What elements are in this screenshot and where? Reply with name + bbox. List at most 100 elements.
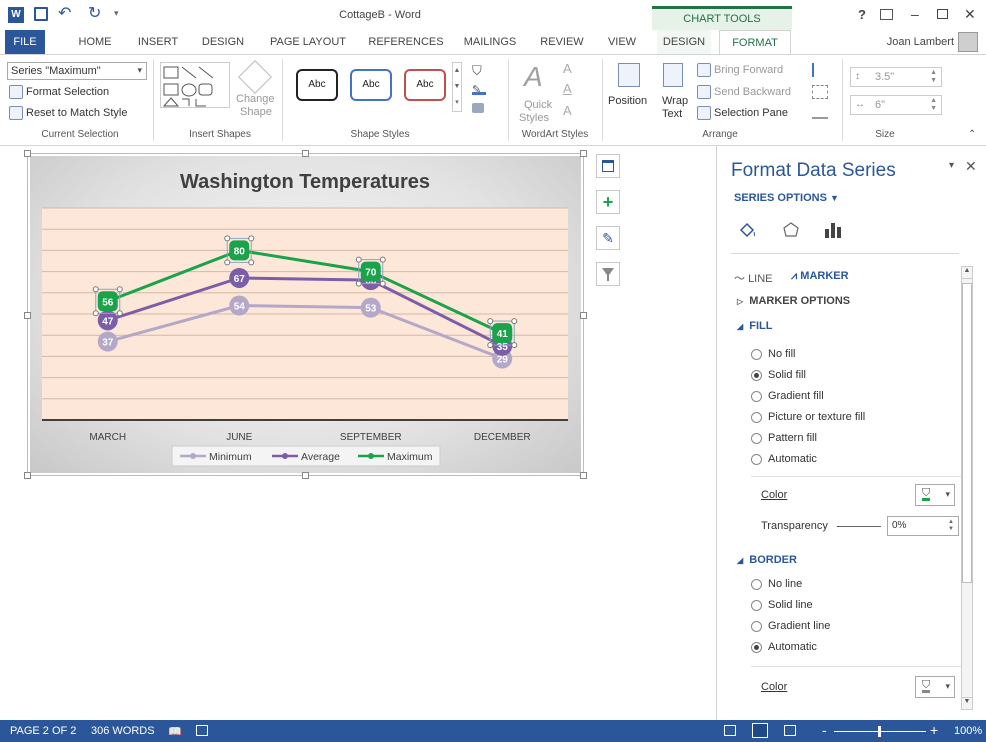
tab-chart-format[interactable]: FORMAT — [719, 30, 791, 54]
tab-view[interactable]: VIEW — [600, 30, 644, 54]
border-option-label[interactable]: Solid line — [768, 599, 813, 611]
resize-handle-e[interactable] — [580, 312, 587, 319]
read-mode-icon[interactable] — [724, 725, 736, 736]
selection-pane-button[interactable]: Selection Pane — [697, 106, 788, 120]
fill-option-label[interactable]: Gradient fill — [768, 390, 824, 402]
user-name[interactable]: Joan Lambert — [864, 30, 954, 54]
shape-width-field[interactable]: ↔ 6" ▲ ▼ — [850, 95, 942, 115]
wrap-text-button[interactable]: Wrap — [662, 95, 688, 107]
print-layout-icon[interactable] — [752, 723, 768, 738]
border-radio-1[interactable] — [751, 600, 762, 611]
user-avatar[interactable] — [958, 32, 978, 52]
shape-style-red[interactable]: Abc — [404, 69, 446, 101]
chart-legend[interactable]: Minimum Average Maximum — [171, 445, 441, 467]
chart-element-dropdown[interactable]: Series "Maximum" ▾ — [7, 62, 147, 80]
shape-style-black[interactable]: Abc — [296, 69, 338, 101]
border-radio-3[interactable] — [751, 642, 762, 653]
series-options-dropdown[interactable]: SERIES OPTIONS ▼ — [734, 192, 839, 204]
tab-page-layout[interactable]: PAGE LAYOUT — [266, 30, 350, 54]
text-outline-icon[interactable]: A — [563, 81, 572, 96]
chart-filters-button[interactable] — [596, 262, 620, 286]
help-icon[interactable]: ? — [858, 7, 866, 22]
scroll-down-icon[interactable]: ▼ — [962, 697, 972, 709]
position-button[interactable]: Position — [608, 95, 647, 107]
macro-icon[interactable] — [196, 725, 208, 736]
fill-radio-4[interactable] — [751, 433, 762, 444]
fill-option-label[interactable]: No fill — [768, 348, 796, 360]
line-subtab[interactable]: 〜 LINE — [734, 270, 773, 286]
wrap-text-icon[interactable] — [663, 63, 683, 87]
position-icon[interactable] — [618, 63, 640, 87]
effects-tab-icon[interactable] — [781, 220, 801, 240]
line-chart[interactable]: 375453294767663556807041 MARCHJUNESEPTEM… — [30, 156, 581, 473]
pane-scrollbar[interactable]: ▲ ▼ — [961, 266, 973, 710]
tab-insert[interactable]: INSERT — [133, 30, 183, 54]
border-radio-2[interactable] — [751, 621, 762, 632]
chart-styles-button[interactable]: ✎ — [596, 226, 620, 250]
shape-effects-icon[interactable] — [472, 103, 484, 113]
data-point-minimum[interactable]: 37 — [97, 331, 118, 352]
shape-fill-icon[interactable]: ⛉ — [472, 63, 482, 79]
tab-review[interactable]: REVIEW — [535, 30, 589, 54]
wrap-text-button-2[interactable]: Text — [662, 108, 682, 120]
web-layout-icon[interactable] — [784, 725, 796, 736]
data-point-minimum[interactable]: 54 — [229, 295, 250, 316]
resize-handle-sw[interactable] — [24, 472, 31, 479]
group-icon[interactable] — [812, 85, 828, 99]
rotate-icon[interactable] — [812, 107, 828, 119]
shape-styles-scroll[interactable]: ▲ ▼ ▾ — [452, 62, 462, 112]
tab-references[interactable]: REFERENCES — [367, 30, 445, 54]
chart-frame[interactable]: 375453294767663556807041 MARCHJUNESEPTEM… — [24, 150, 587, 479]
shapes-gallery[interactable] — [160, 62, 230, 108]
tab-home[interactable]: HOME — [70, 30, 120, 54]
format-selection-button[interactable]: Format Selection — [9, 85, 109, 99]
scroll-thumb[interactable] — [962, 283, 972, 583]
border-option-label[interactable]: Automatic — [768, 641, 817, 653]
resize-handle-s[interactable] — [302, 472, 309, 479]
close-icon[interactable]: ✕ — [964, 6, 976, 23]
proofing-icon[interactable]: 📖 — [168, 725, 182, 738]
chart-elements-button[interactable]: + — [596, 190, 620, 214]
fill-option-label[interactable]: Pattern fill — [768, 432, 817, 444]
scroll-up-icon[interactable]: ▲ — [962, 267, 972, 279]
text-fill-icon[interactable]: A — [563, 61, 572, 76]
zoom-out-icon[interactable]: - — [822, 722, 827, 738]
fill-radio-3[interactable] — [751, 412, 762, 423]
restore-icon[interactable] — [937, 9, 948, 19]
shape-height-field[interactable]: ↕ 3.5" ▲ ▼ — [850, 67, 942, 87]
zoom-slider-thumb[interactable] — [878, 726, 881, 737]
quick-styles-icon[interactable]: A — [524, 61, 543, 93]
text-effects-icon[interactable]: A — [563, 103, 572, 118]
shape-outline-icon[interactable]: ✎ — [472, 83, 486, 96]
word-count[interactable]: 306 WORDS — [91, 725, 155, 737]
series-options-tab-icon[interactable] — [823, 220, 843, 240]
fill-option-label[interactable]: Automatic — [768, 453, 817, 465]
data-point-average[interactable]: 67 — [229, 267, 250, 288]
data-point-minimum[interactable]: 53 — [360, 297, 381, 318]
page-count[interactable]: PAGE 2 OF 2 — [10, 725, 76, 737]
shape-style-blue[interactable]: Abc — [350, 69, 392, 101]
chart-title[interactable]: Washington Temperatures — [180, 171, 430, 193]
align-icon[interactable] — [812, 63, 828, 77]
bring-forward-button[interactable]: Bring Forward — [697, 63, 783, 77]
fill-radio-5[interactable] — [751, 454, 762, 465]
tab-mailings[interactable]: MAILINGS — [459, 30, 521, 54]
tab-file[interactable]: FILE — [5, 30, 45, 54]
resize-handle-ne[interactable] — [580, 150, 587, 157]
change-shape-icon[interactable] — [238, 60, 272, 94]
fill-color-picker[interactable]: ⛉ ▾ — [915, 484, 955, 506]
collapse-ribbon-icon[interactable]: ⌃ — [968, 129, 976, 140]
resize-handle-nw[interactable] — [24, 150, 31, 157]
border-option-label[interactable]: Gradient line — [768, 620, 830, 632]
border-color-picker[interactable]: ⛉ ▾ — [915, 676, 955, 698]
fill-radio-2[interactable] — [751, 391, 762, 402]
fill-radio-1[interactable] — [751, 370, 762, 381]
resize-handle-se[interactable] — [580, 472, 587, 479]
fill-option-label[interactable]: Solid fill — [768, 369, 806, 381]
resize-handle-n[interactable] — [302, 150, 309, 157]
border-option-label[interactable]: No line — [768, 578, 802, 590]
pane-close-icon[interactable]: ✕ — [965, 158, 977, 175]
zoom-in-icon[interactable]: + — [930, 722, 938, 738]
marker-options-section[interactable]: ▷ MARKER OPTIONS — [737, 295, 850, 307]
transparency-field[interactable]: 0% ▲ ▼ — [887, 516, 959, 536]
